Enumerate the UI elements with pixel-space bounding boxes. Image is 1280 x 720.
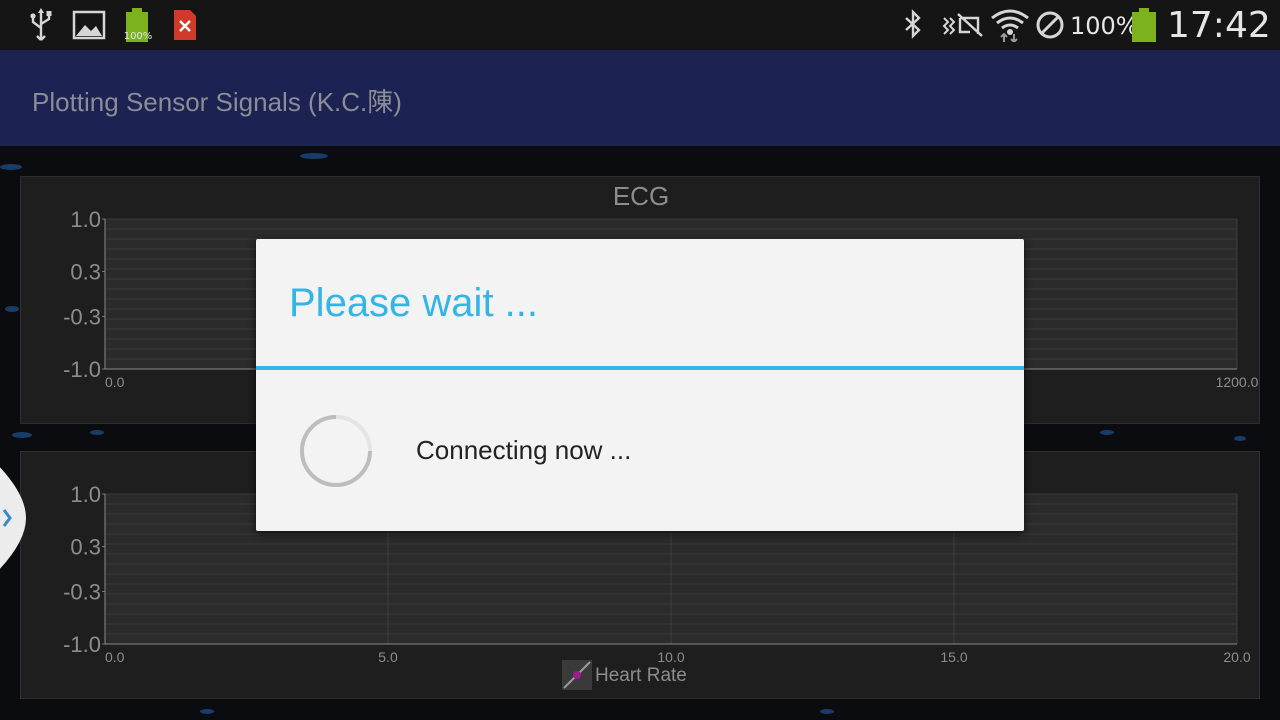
dialog-message: Connecting now ... <box>416 435 632 465</box>
progress-dialog: Please wait ... Connecting now ... <box>256 239 1024 531</box>
loading-spinner-icon <box>300 415 372 487</box>
dialog-divider <box>256 366 1024 370</box>
dialog-title: Please wait ... <box>289 281 539 325</box>
